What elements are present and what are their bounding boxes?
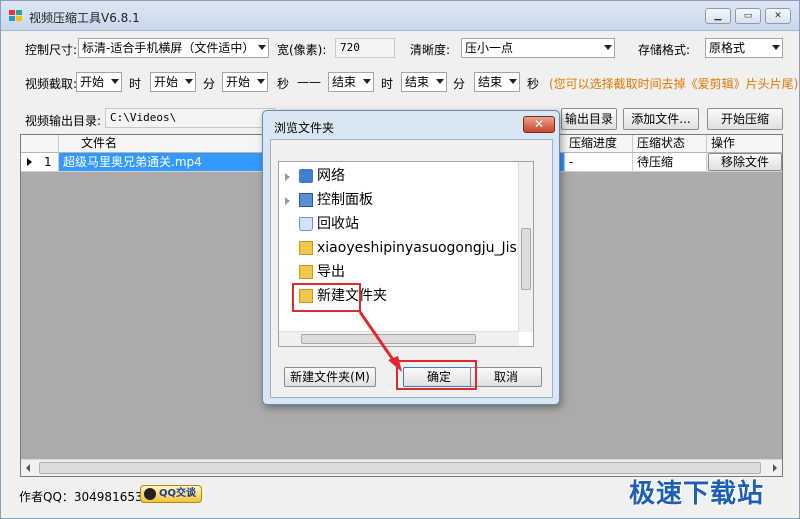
- annotation-arrow: [358, 311, 402, 372]
